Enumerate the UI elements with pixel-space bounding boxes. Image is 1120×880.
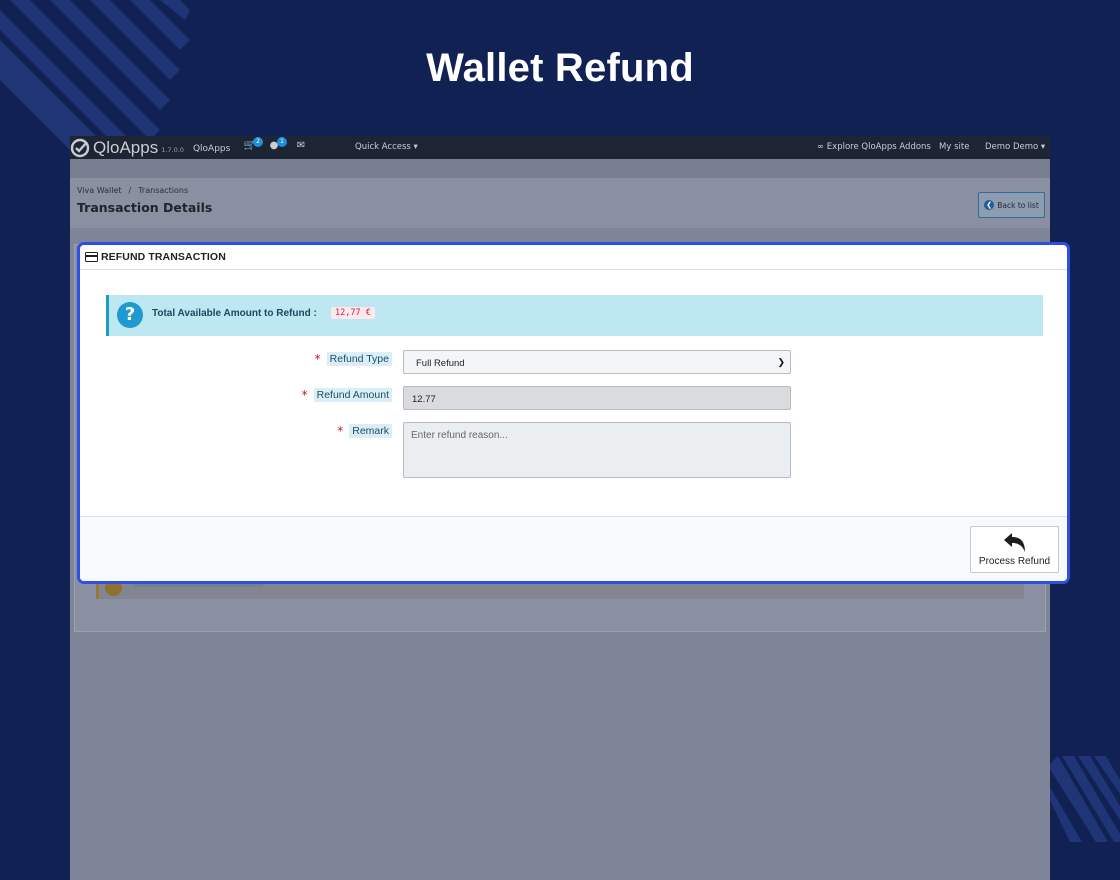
remark-label: Remark — [349, 423, 392, 438]
modal-header: REFUND TRANSACTION — [80, 245, 1067, 270]
undo-arrow-icon — [1003, 533, 1025, 552]
remark-label-row: * Remark — [337, 422, 392, 439]
brand-version: 1.7.0.0 — [161, 146, 184, 154]
brand-name: QloApps — [93, 137, 159, 157]
brand-link[interactable]: QloApps — [193, 144, 230, 154]
explore-addons-label: Explore QloApps Addons — [826, 142, 931, 152]
brand[interactable]: QloApps 1.7.0.0 QloApps — [70, 136, 230, 159]
envelope-icon[interactable]: ✉ — [294, 140, 308, 154]
available-amount-value: 12,77 € — [331, 307, 375, 319]
breadcrumb: Viva Wallet / Transactions — [77, 186, 195, 195]
page-title: Transaction Details — [77, 200, 213, 215]
required-marker: * — [301, 387, 308, 402]
quick-access-label: Quick Access — [355, 142, 411, 152]
customer-badge: 1 — [277, 137, 287, 147]
hero-title: Wallet Refund — [426, 46, 694, 90]
question-icon: ? — [117, 302, 143, 328]
decorative-stripes — [1048, 756, 1120, 842]
refund-amount-label: Refund Amount — [313, 387, 392, 402]
qloapps-logo-icon — [70, 138, 90, 157]
explore-addons-link[interactable]: ∞ Explore QloApps Addons — [817, 142, 931, 152]
refund-amount-label-row: * Refund Amount — [302, 386, 392, 403]
process-refund-label: Process Refund — [978, 556, 1051, 567]
credit-card-icon — [85, 252, 98, 262]
available-amount-label: Total Available Amount to Refund : — [152, 308, 317, 319]
admin-topbar: QloApps 1.7.0.0 QloApps 🛒 2 ● 1 ✉ Quick Ac… — [70, 136, 1050, 159]
cart-icon[interactable]: 🛒 2 — [243, 137, 263, 154]
user-menu-label: Demo Demo — [985, 142, 1039, 152]
refund-modal: REFUND TRANSACTION ? Total Available Amo… — [77, 242, 1070, 584]
refund-type-value: Full Refund — [416, 358, 465, 369]
required-marker: * — [337, 423, 344, 438]
user-menu[interactable]: Demo Demo ▾ — [985, 142, 1045, 152]
back-to-list-label: Back to list — [997, 200, 1039, 210]
refund-type-label: Refund Type — [326, 351, 392, 366]
breadcrumb-item[interactable]: Transactions — [138, 186, 188, 195]
page-header: Viva Wallet / Transactions Transaction Det… — [70, 178, 1050, 228]
info-alert: ? Total Available Amount to Refund : 12,… — [106, 295, 1043, 336]
breadcrumb-item[interactable]: Viva Wallet — [77, 186, 122, 195]
modal-footer: Process Refund — [80, 516, 1067, 581]
breadcrumb-separator: / — [128, 186, 132, 195]
chevron-down-icon: ❯ — [777, 357, 785, 367]
my-site-link[interactable]: My site — [939, 142, 969, 152]
refund-type-select[interactable]: Full Refund ❯ — [403, 350, 791, 374]
quick-access-menu[interactable]: Quick Access ▾ — [355, 142, 418, 152]
process-refund-button[interactable]: Process Refund — [970, 526, 1059, 573]
customer-icon[interactable]: ● 1 — [267, 137, 287, 154]
required-marker: * — [314, 351, 321, 366]
refund-type-label-row: * Refund Type — [315, 350, 392, 367]
cart-badge: 2 — [253, 137, 263, 147]
subbar — [70, 159, 1050, 178]
arrow-left-icon: ❮ — [984, 200, 995, 210]
remark-textarea[interactable]: Enter refund reason... — [403, 422, 791, 478]
back-to-list-button[interactable]: ❮ Back to list — [978, 192, 1045, 218]
modal-title: REFUND TRANSACTION — [101, 251, 226, 263]
refund-amount-field[interactable]: 12.77 — [403, 386, 791, 410]
